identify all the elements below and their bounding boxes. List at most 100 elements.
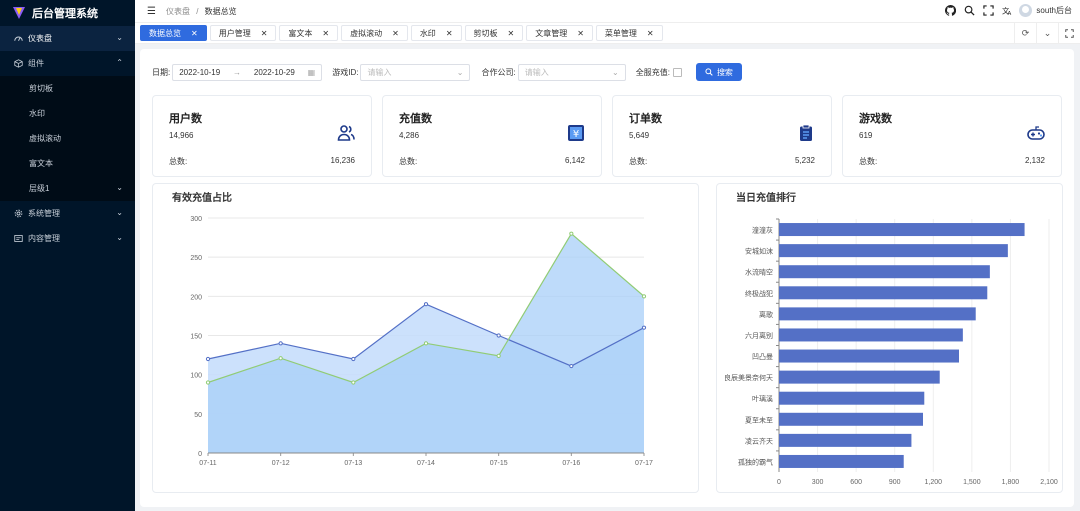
breadcrumb-item-dashboard[interactable]: 仪表盘 [166, 7, 190, 16]
bar [779, 286, 988, 300]
tab-1[interactable]: 用户管理 ✕ [209, 25, 277, 41]
sidebar-menu: 仪表盘 ⌄ 组件 ⌃ 剪切板 水印 虚拟滚动 富文本 层级1 ⌄ 系统管理 ⌄ 内容管理 ⌄ [0, 26, 135, 251]
stat-card-value: 5,649 [629, 131, 650, 140]
vite-logo-icon [13, 7, 25, 19]
close-icon[interactable]: ✕ [446, 29, 453, 38]
sidebar-item-4[interactable]: 虚拟滚动 [0, 126, 135, 151]
fullscreen-icon[interactable] [983, 5, 994, 16]
sidebar-item-label: 水印 [29, 109, 45, 118]
close-icon[interactable]: ✕ [647, 29, 654, 38]
avatar [1019, 4, 1033, 17]
tab-2[interactable]: 富文本 ✕ [279, 25, 339, 41]
data-point [641, 325, 647, 330]
stat-card-total: 6,142 [564, 156, 585, 165]
dashboard-content: 日期: 2022-10-19 → 2022-10-29 ▦ 游戏ID: 请输入 … [140, 49, 1074, 507]
main-area: ☰ 仪表盘 / 数据总览 文A south后台 数据总览 ✕ 用户管理 ✕ 富文本 ✕ 虚拟… [135, 0, 1080, 511]
language-icon[interactable]: 文A [1002, 5, 1013, 17]
y-tick-label: 孤独的霸气 [738, 457, 773, 466]
chevron-down-icon[interactable]: ⌄ [1036, 23, 1058, 44]
x-tick-label: 900 [889, 479, 901, 486]
tab-label: 虚拟滚动 [350, 28, 383, 38]
y-tick-label: 300 [190, 216, 202, 223]
sidebar-item-6[interactable]: 层级1 ⌄ [0, 176, 135, 201]
stat-card-total: 5,232 [794, 156, 815, 165]
app-logo[interactable]: 后台管理系统 [0, 0, 135, 26]
tab-controls: ⟳ ⌄ [1014, 23, 1080, 44]
top-header: ☰ 仪表盘 / 数据总览 文A south后台 [135, 0, 1080, 22]
stat-card-2: 订单数 5,649 总数: 5,232 [612, 95, 832, 177]
y-tick-label: 潼潼灰 [752, 226, 773, 235]
sidebar-item-label: 剪切板 [29, 84, 53, 93]
y-tick-label: 0 [198, 451, 202, 458]
tab-0[interactable]: 数据总览 ✕ [140, 25, 207, 41]
x-tick-label: 1,500 [963, 479, 981, 486]
tab-label: 菜单管理 [604, 28, 637, 38]
search-icon[interactable] [964, 5, 975, 16]
close-icon[interactable]: ✕ [261, 29, 268, 38]
menu-toggle-icon[interactable]: ☰ [147, 6, 156, 17]
close-icon[interactable]: ✕ [191, 29, 198, 38]
x-tick-label: 07-12 [272, 460, 290, 467]
filter-bar: 日期: 2022-10-19 → 2022-10-29 ▦ 游戏ID: 请输入 … [152, 63, 742, 81]
search-button-label: 搜索 [716, 67, 733, 77]
game-id-label: 游戏ID: [332, 67, 359, 77]
partner-placeholder: 请输入 [524, 67, 549, 77]
y-tick-label: 良辰美景奈何天 [724, 373, 773, 382]
user-name: south后台 [1036, 6, 1072, 15]
tab-6[interactable]: 文章管理 ✕ [526, 25, 593, 41]
data-point [496, 333, 501, 338]
bar [779, 265, 990, 279]
sidebar-item-label: 组件 [28, 59, 44, 68]
tab-5[interactable]: 剪切板 ✕ [464, 25, 524, 41]
y-tick-label: 150 [190, 334, 202, 341]
tab-3[interactable]: 虚拟滚动 ✕ [341, 25, 408, 41]
y-tick-label: 叶璃溪 [752, 394, 773, 403]
breadcrumb-separator: / [196, 6, 199, 16]
data-point [641, 294, 647, 299]
sidebar-item-1[interactable]: 组件 ⌃ [0, 51, 135, 76]
close-icon[interactable]: ✕ [322, 29, 329, 38]
date-label: 日期: [152, 67, 171, 77]
date-separator: → [233, 67, 242, 77]
close-icon[interactable]: ✕ [392, 29, 399, 38]
sidebar-item-label: 仪表盘 [28, 34, 52, 43]
sidebar-item-2[interactable]: 剪切板 [0, 76, 135, 101]
sidebar-item-label: 层级1 [29, 184, 50, 193]
close-icon[interactable]: ✕ [508, 29, 515, 38]
x-tick-label: 07-15 [490, 460, 508, 467]
user-menu[interactable]: south后台 [1019, 4, 1072, 17]
y-tick-label: 250 [190, 255, 202, 262]
bar [779, 391, 925, 405]
sidebar-item-8[interactable]: 内容管理 ⌄ [0, 226, 135, 251]
y-tick-label: 100 [190, 373, 202, 380]
search-icon [705, 68, 713, 76]
tab-7[interactable]: 菜单管理 ✕ [595, 25, 663, 41]
close-icon[interactable]: ✕ [577, 29, 584, 38]
sidebar-item-3[interactable]: 水印 [0, 101, 135, 126]
github-icon[interactable] [944, 4, 957, 16]
app-title: 后台管理系统 [32, 8, 98, 20]
stat-card-value: 14,966 [169, 131, 194, 140]
stat-card-title: 充值数 [399, 113, 432, 125]
sidebar-item-7[interactable]: 系统管理 ⌄ [0, 201, 135, 226]
partner-select[interactable]: 请输入 ⌄ [517, 63, 626, 81]
refresh-icon[interactable]: ⟳ [1014, 23, 1036, 44]
tab-4[interactable]: 水印 ✕ [410, 25, 462, 41]
y-tick-label: 终极战犯 [745, 289, 773, 298]
date-range-picker[interactable]: 2022-10-19 → 2022-10-29 ▦ [172, 63, 323, 81]
bar [779, 370, 940, 384]
sidebar-item-0[interactable]: 仪表盘 ⌄ [0, 26, 135, 51]
tab-label: 富文本 [288, 28, 313, 38]
y-tick-label: 水流晴空 [745, 268, 773, 277]
chevron-down-icon: ⌄ [116, 233, 123, 242]
bar [779, 328, 963, 342]
breadcrumb-item-current: 数据总览 [204, 6, 237, 16]
x-tick-label: 300 [812, 479, 824, 486]
game-id-select[interactable]: 请输入 ⌄ [360, 63, 471, 81]
sidebar-item-5[interactable]: 富文本 [0, 151, 135, 176]
tab-label: 剪切板 [473, 28, 498, 38]
area-chart-panel: 有效充值占比 0 50 100 150 200 250 300 07-11 07-12 07-13… [152, 183, 699, 493]
maximize-icon[interactable] [1058, 23, 1080, 44]
recharge-checkbox[interactable] [672, 67, 682, 77]
search-button[interactable]: 搜索 [695, 63, 742, 81]
